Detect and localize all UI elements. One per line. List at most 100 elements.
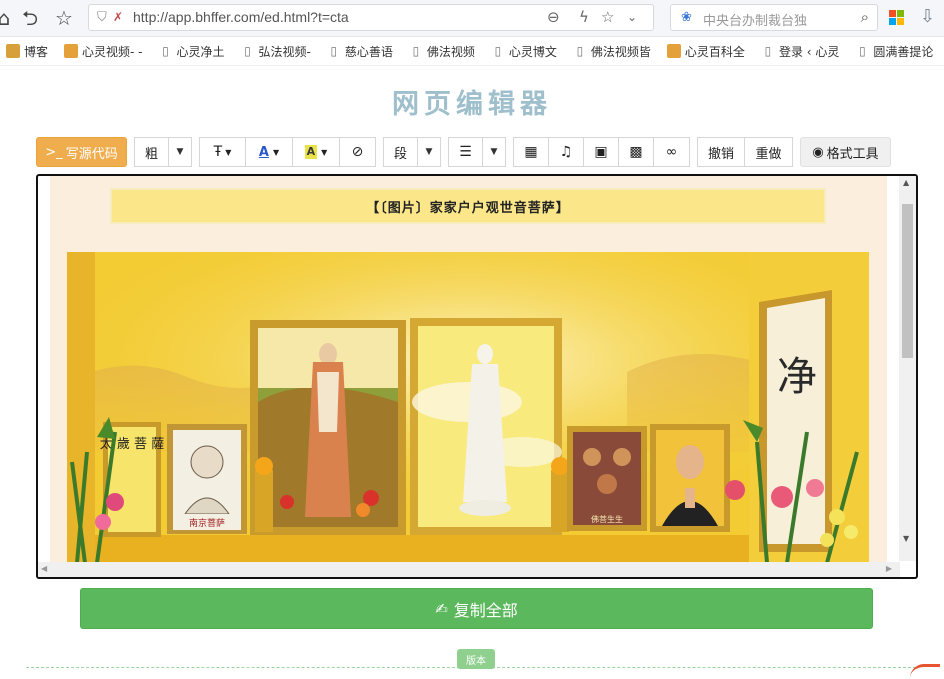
page-icon: ▯ — [244, 44, 251, 58]
bookmark-star-icon[interactable]: ☆ — [52, 6, 76, 30]
format-tools-button[interactable]: ◉ 格式工具 — [800, 137, 891, 167]
scroll-down-icon[interactable]: ▼ — [903, 534, 909, 543]
font-size-button[interactable]: Ŧ ▼ — [199, 137, 246, 167]
copy-all-button[interactable]: ✍ 复制全部 — [80, 588, 873, 629]
source-code-button[interactable]: >_ 写源代码 — [36, 137, 127, 167]
paragraph-button[interactable]: 段 — [383, 137, 418, 167]
bookmark-item[interactable]: ▯ 慈心善语 — [327, 41, 393, 61]
bookmark-label: 心灵净土 — [176, 44, 225, 59]
qrcode-icon: ▩ — [629, 144, 643, 160]
paragraph-dropdown[interactable]: ▼ — [418, 137, 441, 167]
bold-button[interactable]: 粗 — [134, 137, 169, 167]
image-button[interactable]: ▣ — [584, 137, 619, 167]
font-color-button[interactable]: A ▼ — [246, 137, 293, 167]
bookmark-item[interactable]: ▯ 佛法视频 — [409, 41, 475, 61]
bookmark-item[interactable]: ▯ 佛法视频皆 — [573, 41, 651, 61]
windows-logo-icon[interactable] — [889, 10, 904, 25]
vertical-scrollbar[interactable]: ▲ ▼ — [899, 176, 916, 561]
bookmark-item[interactable]: ▯ 心灵净土 — [159, 41, 225, 61]
bookmark-item[interactable]: 心灵百科全 — [666, 41, 745, 61]
bold-dropdown[interactable]: ▼ — [169, 137, 192, 167]
bookmark-label: 心灵博文 — [508, 44, 557, 59]
font-color-icon: A — [258, 144, 269, 160]
corner-decoration — [910, 664, 940, 679]
page-icon: ▯ — [330, 44, 338, 58]
browser-toolbar: ⌂ ⮌ ☆ ⛉ ✗ http://app.bhffer.com/ed.html?… — [0, 0, 944, 37]
music-note-icon: ♫ — [559, 144, 573, 160]
site-icon — [64, 44, 79, 58]
image-icon: ▣ — [594, 144, 608, 160]
scroll-up-icon[interactable]: ▲ — [903, 178, 909, 187]
home-icon[interactable]: ⌂ — [0, 6, 16, 30]
editor-content[interactable]: 【〔图片〕家家户户观世音菩萨】 太 歲 菩 薩 南京菩萨 佛菩生生 净 — [50, 176, 887, 563]
caret-down-icon: ▼ — [225, 147, 232, 157]
zoom-icon[interactable]: ⊖ — [547, 8, 560, 26]
redo-button[interactable]: 重做 — [745, 137, 793, 167]
page-icon: ▯ — [859, 44, 866, 58]
caret-down-icon: ▼ — [176, 147, 184, 157]
caret-down-icon: ▼ — [490, 147, 498, 157]
scroll-left-icon[interactable]: ◀ — [41, 564, 47, 573]
clear-format-button[interactable]: ⊘ — [340, 137, 376, 167]
url-text[interactable]: http://app.bhffer.com/ed.html?t=cta — [133, 9, 349, 25]
page-title: 网页编辑器 — [392, 89, 552, 120]
bookmark-label: 圆满善提论 — [873, 44, 934, 59]
link-button[interactable]: ∞ — [654, 137, 690, 167]
align-center-icon: ☰ — [459, 144, 472, 160]
bookmark-item[interactable]: ▯ 登录 ‹ 心灵 — [761, 41, 840, 61]
scroll-right-icon[interactable]: ▶ — [886, 564, 892, 573]
altar-photo[interactable]: 太 歲 菩 薩 南京菩萨 佛菩生生 净 — [67, 252, 869, 563]
editor-toolbar: >_ 写源代码 粗 ▼ Ŧ ▼ A ▼ A ▼ ⊘ 段 ▼ ☰ ▼ ▦ ♫ ▣ — [0, 137, 944, 169]
bookmark-item[interactable]: ▯ 弘法视频- — [241, 41, 311, 61]
download-icon[interactable]: ⇩ — [920, 6, 935, 27]
back-icon[interactable]: ⮌ — [18, 6, 42, 30]
clipboard-icon: ✍ — [435, 599, 448, 618]
image-caption: 【〔图片〕家家户户观世音菩萨】 — [110, 188, 826, 224]
bookmark-item[interactable]: 心灵视频- - — [64, 41, 143, 61]
bookmark-item[interactable]: 博客 — [6, 41, 48, 61]
clear-format-icon: ⊘ — [351, 144, 364, 160]
search-icon[interactable]: ⌕ — [861, 8, 869, 26]
address-bar[interactable]: ⛉ ✗ http://app.bhffer.com/ed.html?t=cta … — [88, 4, 654, 31]
left-portrait-label: 南京菩萨 — [189, 517, 225, 529]
text-size-icon: Ŧ — [213, 144, 223, 160]
caret-down-icon: ▼ — [321, 147, 328, 157]
terminal-icon: >_ — [45, 144, 63, 160]
lightning-icon[interactable]: ϟ — [579, 8, 589, 26]
small-painting-label: 佛菩生生 — [591, 514, 623, 524]
folder-icon — [6, 44, 20, 58]
editor-area[interactable]: 【〔图片〕家家户户观世音菩萨】 太 歲 菩 薩 南京菩萨 佛菩生生 净 ▲ ▼ … — [36, 174, 918, 579]
link-icon: ∞ — [665, 144, 678, 160]
bookmark-label: 弘法视频- — [258, 44, 311, 59]
qrcode-button[interactable]: ▩ — [619, 137, 654, 167]
bookmark-label: 博客 — [24, 44, 49, 59]
undo-button[interactable]: 撤销 — [697, 137, 745, 167]
chevron-down-icon[interactable]: ⌄ — [627, 10, 637, 24]
highlight-button[interactable]: A ▼ — [293, 137, 340, 167]
bookmarks-bar: 博客 心灵视频- - ▯ 心灵净土 ▯ 弘法视频- ▯ 慈心善语 ▯ 佛法视频 ▯ 心灵博文 ▯ 佛法视频… — [0, 37, 944, 66]
bookmark-label: 佛法视频皆 — [590, 44, 651, 59]
favorite-star-icon[interactable]: ☆ — [601, 8, 614, 26]
bookmark-label: 心灵视频- - — [82, 44, 143, 59]
insecure-icon[interactable]: ✗ — [113, 10, 123, 24]
align-dropdown[interactable]: ▼ — [483, 137, 506, 167]
baidu-paw-icon: ❀ — [681, 10, 692, 25]
search-box[interactable]: ❀ 中央台办制裁台独 ⌕ — [670, 4, 878, 31]
bookmark-item[interactable]: ▯ 心灵博文 — [491, 41, 557, 61]
page-icon: ▯ — [576, 44, 584, 58]
bookmark-item[interactable]: ▯ 圆满善提论 — [855, 41, 933, 61]
eye-slash-icon: ◉ — [812, 144, 824, 160]
horizontal-scrollbar[interactable]: ◀ ▶ — [38, 562, 900, 577]
audio-button[interactable]: ♫ — [549, 137, 584, 167]
caret-down-icon: ▼ — [272, 147, 280, 157]
bookmark-label: 登录 ‹ 心灵 — [778, 44, 840, 59]
page-icon: ▯ — [162, 44, 169, 58]
search-input[interactable]: 中央台办制裁台独 — [703, 10, 807, 29]
caret-down-icon: ▼ — [425, 147, 433, 157]
video-button[interactable]: ▦ — [513, 137, 549, 167]
scrollbar-thumb[interactable] — [902, 204, 913, 358]
bookmark-label: 心灵百科全 — [684, 44, 745, 59]
page-icon: ▯ — [764, 44, 772, 58]
align-button[interactable]: ☰ — [448, 137, 483, 167]
version-badge[interactable]: 版本 — [457, 649, 495, 669]
